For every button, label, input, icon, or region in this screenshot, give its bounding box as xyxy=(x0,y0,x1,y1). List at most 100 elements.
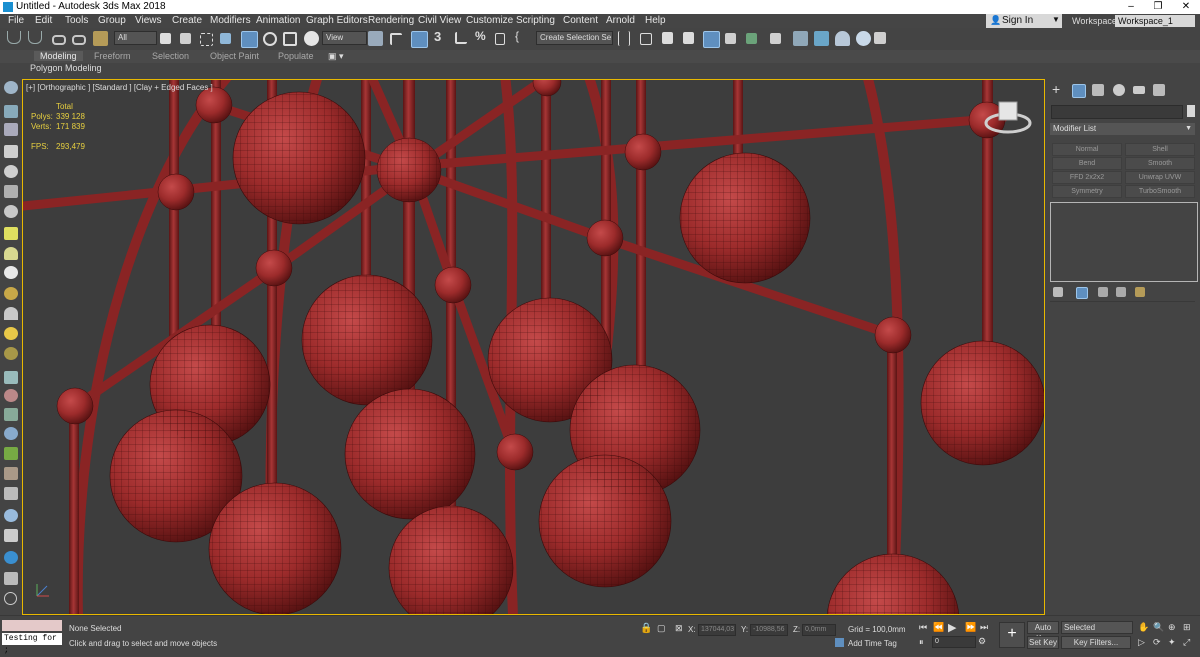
globe-icon[interactable] xyxy=(4,427,18,440)
viewport[interactable]: [+] [Orthographic ] [Standard ] [Clay + … xyxy=(22,79,1045,615)
link-icon[interactable] xyxy=(52,35,66,45)
key-mode-icon[interactable]: ⏸ xyxy=(919,637,924,648)
set-key-button[interactable]: Set Key xyxy=(1027,636,1059,649)
key-mode-dropdown[interactable]: Selected xyxy=(1061,621,1133,634)
isolate-icon[interactable]: ▢ xyxy=(657,623,666,634)
menu-create[interactable]: Create xyxy=(172,15,202,26)
teapot-icon[interactable] xyxy=(4,165,18,178)
scene-explorer-toggle-icon[interactable] xyxy=(4,105,18,118)
material-sphere-icon[interactable] xyxy=(4,509,18,522)
remove-modifier-icon[interactable] xyxy=(1116,287,1126,297)
modifier-shell-button[interactable]: Shell xyxy=(1125,143,1195,156)
field-of-view-icon[interactable]: ▷ xyxy=(1138,637,1145,648)
maximize-button[interactable]: ❐ xyxy=(1144,0,1172,14)
layer-manager-icon[interactable] xyxy=(4,123,18,136)
select-and-move-icon[interactable] xyxy=(241,31,258,48)
key-filters-button[interactable]: Key Filters... xyxy=(1061,636,1131,649)
align-icon[interactable] xyxy=(640,33,652,45)
help-icon[interactable] xyxy=(4,592,17,605)
display-tab-icon[interactable] xyxy=(1133,86,1145,94)
snaps-toggle-icon[interactable]: 3 xyxy=(434,29,449,44)
bind-space-warp-icon[interactable] xyxy=(93,31,108,46)
unlink-icon[interactable] xyxy=(72,35,86,45)
menu-scripting[interactable]: Scripting xyxy=(516,15,555,26)
hierarchy-icon[interactable] xyxy=(4,572,18,585)
select-and-rotate-icon[interactable] xyxy=(263,32,277,46)
menu-tools[interactable]: Tools xyxy=(65,15,88,26)
a360-gallery-icon[interactable] xyxy=(874,32,886,44)
goto-start-icon[interactable]: ⏮ xyxy=(919,622,927,633)
viewport-label[interactable]: [+] [Orthographic ] [Standard ] [Clay + … xyxy=(26,83,213,92)
orbit-icon[interactable]: ⟳ xyxy=(1153,637,1161,648)
zoom-extents-icon[interactable]: ⊞ xyxy=(1183,622,1191,633)
menu-customize[interactable]: Customize xyxy=(466,15,513,26)
layer-explorer-icon[interactable] xyxy=(683,32,694,44)
ribbon-options-icon[interactable]: ▣ ▾ xyxy=(328,51,344,62)
absolute-mode-icon[interactable]: ⊠ xyxy=(675,623,683,634)
pin-stack-icon[interactable] xyxy=(1053,287,1063,297)
maximize-viewport-icon[interactable]: ⤢ xyxy=(1183,637,1190,648)
undo-icon[interactable] xyxy=(7,31,21,44)
plant-icon[interactable] xyxy=(4,447,18,460)
render-setup-icon[interactable] xyxy=(793,31,808,46)
close-button[interactable]: ✕ xyxy=(1172,0,1200,14)
create-tab-icon[interactable]: + xyxy=(1052,82,1064,96)
maxscript-listener-top[interactable] xyxy=(2,620,62,631)
set-key-icon[interactable]: + xyxy=(999,622,1025,648)
container-icon[interactable] xyxy=(4,145,18,158)
menu-modifiers[interactable]: Modifiers xyxy=(210,15,251,26)
mirror-icon[interactable] xyxy=(618,31,630,46)
rendered-frame-window-icon[interactable] xyxy=(814,31,829,46)
maxscript-mini-listener[interactable]: Testing for ; xyxy=(2,633,62,655)
menu-graph-editors[interactable]: Graph Editors xyxy=(306,15,368,26)
menu-rendering[interactable]: Rendering xyxy=(368,15,414,26)
zoom-all-icon[interactable]: ⊕ xyxy=(1168,622,1176,633)
crowd-icon[interactable] xyxy=(4,467,18,480)
keyboard-shortcut-override-icon[interactable] xyxy=(411,31,428,48)
named-selection-sets-dropdown[interactable]: Create Selection Se xyxy=(536,31,613,45)
show-end-result-icon[interactable] xyxy=(1076,287,1088,299)
walkthrough-icon[interactable]: ✦ xyxy=(1168,637,1176,648)
schematic-view-icon[interactable] xyxy=(746,33,757,44)
y-coordinate-field[interactable]: -10988,56 xyxy=(750,624,788,636)
modifier-bend-button[interactable]: Bend xyxy=(1052,157,1122,170)
sun-icon[interactable] xyxy=(4,327,18,340)
auto-key-button[interactable]: Auto Key xyxy=(1027,621,1059,643)
frame-field[interactable]: 0 xyxy=(932,636,976,648)
bone-icon[interactable] xyxy=(4,408,18,421)
cone-icon[interactable] xyxy=(4,307,18,320)
modifier-stack[interactable] xyxy=(1050,202,1198,282)
modifier-symmetry-button[interactable]: Symmetry xyxy=(1052,185,1122,198)
percent-snap-icon[interactable]: % xyxy=(475,29,490,44)
reference-coordinate-dropdown[interactable]: View xyxy=(322,31,367,45)
camera-icon[interactable] xyxy=(4,205,18,218)
zoom-icon[interactable]: 🔍 xyxy=(1153,622,1164,633)
modifier-ffd-button[interactable]: FFD 2x2x2 xyxy=(1052,171,1122,184)
menu-content[interactable]: Content xyxy=(563,15,598,26)
autodesk-icon[interactable] xyxy=(4,551,18,564)
modifier-smooth-button[interactable]: Smooth xyxy=(1125,157,1195,170)
menu-edit[interactable]: Edit xyxy=(35,15,52,26)
toggle-ribbon-icon[interactable] xyxy=(703,31,720,48)
angle-snap-icon[interactable] xyxy=(455,32,467,44)
modify-tab-icon[interactable] xyxy=(1072,84,1086,98)
hierarchy-tab-icon[interactable] xyxy=(1092,84,1104,96)
select-by-name-icon[interactable] xyxy=(180,33,191,44)
configure-modifier-sets-icon[interactable] xyxy=(1135,287,1145,297)
minimize-button[interactable]: – xyxy=(1117,0,1145,14)
z-coordinate-field[interactable]: 0,0mm xyxy=(802,624,836,636)
menu-civil-view[interactable]: Civil View xyxy=(418,15,461,26)
viewport-layout-icon[interactable] xyxy=(4,81,18,94)
time-tag-icon[interactable] xyxy=(835,638,844,647)
light-icon[interactable] xyxy=(4,185,18,198)
menu-help[interactable]: Help xyxy=(645,15,666,26)
tab-object-paint[interactable]: Object Paint xyxy=(210,51,259,61)
sky-icon[interactable] xyxy=(4,347,18,360)
menu-file[interactable]: File xyxy=(8,15,24,26)
sphere-icon[interactable] xyxy=(4,266,18,279)
scene-explorer-icon[interactable] xyxy=(662,32,673,44)
pan-icon[interactable]: ✋ xyxy=(1138,622,1149,633)
play-icon[interactable]: ▶ xyxy=(948,621,956,634)
curve-editor-icon[interactable] xyxy=(725,33,736,44)
make-unique-icon[interactable] xyxy=(1098,287,1108,297)
